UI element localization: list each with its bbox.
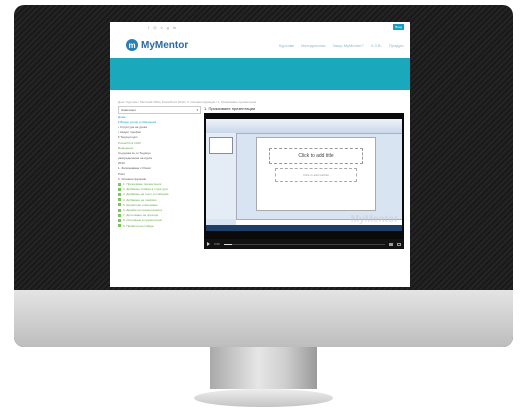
nav-item-methodology[interactable]: Методология: [301, 43, 325, 48]
sidebar-item-label: 6. Дизайн на презентацията: [123, 207, 163, 212]
monitor-stand: [210, 347, 317, 389]
sidebar-item-label: 3. Добавяне на текст в слайдове: [123, 192, 169, 197]
main-navbar: m MyMentor Курсове Методология Защо MyMe…: [110, 32, 410, 58]
ppt-slide-thumbnail: [209, 137, 233, 154]
lesson-check-icon: [118, 219, 121, 223]
slide-title-placeholder: Click to add title: [269, 148, 363, 164]
content-area: Навигация ▾ Дома ▾ Видео уроци и обяснени…: [110, 106, 410, 249]
sidebar-item-label: 1. Запознаване с Power: [118, 166, 151, 171]
sidebar-item-label: • Акаунт профил: [118, 130, 142, 135]
monitor-chin: [14, 290, 513, 347]
navigation-dropdown[interactable]: Навигация ▾: [118, 106, 201, 114]
lesson-main: 1. Прикачване презентация Click to add t…: [204, 106, 404, 249]
fullscreen-icon[interactable]: [397, 242, 401, 246]
nav-item-product[interactable]: Продукт: [389, 43, 404, 48]
sidebar-item-label: 9. Правила на слайда: [123, 223, 154, 228]
slide-subtitle-placeholder: Click to add subtitle: [275, 168, 357, 182]
lesson-check-icon: [118, 187, 121, 191]
sidebar-item-label: 1. Прикачване презентация: [123, 182, 162, 187]
sidebar-item[interactable]: 9. Правила на слайда: [118, 223, 201, 228]
lesson-check-icon: [118, 213, 121, 217]
volume-icon[interactable]: [389, 242, 393, 246]
sidebar-list: Дома ▾ Видео уроци и обяснения • Структура…: [118, 114, 201, 228]
sidebar-item-label: ▾ Видео уроци и обяснения: [118, 119, 157, 124]
play-icon[interactable]: [207, 242, 210, 246]
main-menu: Курсове Методология Защо MyMentor? Ч.З.В…: [279, 43, 404, 48]
nav-item-faq[interactable]: Ч.З.В.: [371, 43, 382, 48]
video-watermark: MyMentor: [350, 214, 398, 225]
lesson-check-icon: [118, 198, 121, 202]
sidebar-item-label: 5. Шрифтове и вмъкване: [123, 202, 158, 207]
video-progress-bar[interactable]: [223, 243, 385, 245]
vimeo-icon[interactable]: v: [161, 25, 163, 30]
sidebar-item-label: 2010: [118, 161, 125, 166]
lesson-check-icon: [118, 193, 121, 197]
logo-mark-icon: m: [126, 39, 138, 51]
social-links: f ◎ v g in: [148, 25, 176, 30]
chevron-down-icon: ▾: [196, 108, 198, 112]
login-button[interactable]: Вход: [393, 24, 404, 30]
sidebar-item-label: PowerPoint 2010: [118, 140, 141, 145]
sidebar-item-label: 8. Изтриване в презентация: [123, 218, 162, 223]
nav-item-courses[interactable]: Курсове: [279, 43, 294, 48]
sidebar-item-label: Съдържа се от бъдещо: [118, 150, 151, 155]
linkedin-icon[interactable]: in: [173, 25, 176, 30]
sidebar-item-label: Point: [118, 171, 125, 176]
course-sidebar: Навигация ▾ Дома ▾ Видео уроци и обяснени…: [118, 106, 201, 249]
navigation-dropdown-label: Навигация: [121, 108, 136, 112]
logo-text: MyMentor: [141, 39, 189, 51]
imac-mockup: f ◎ v g in Вход m MyMentor Курсове Метод…: [0, 0, 527, 417]
video-progress-fill: [223, 243, 232, 245]
ppt-slides-pane: [206, 133, 237, 219]
sidebar-item-label: Въведение: [118, 145, 134, 150]
sidebar-item-label: 4. Добавяне на графики: [123, 197, 157, 202]
site-logo[interactable]: m MyMentor: [126, 39, 188, 51]
facebook-icon[interactable]: f: [148, 25, 149, 30]
sidebar-item-label: • Структура на урока: [118, 124, 147, 129]
video-time: 0:00: [214, 242, 220, 246]
top-bar: f ◎ v g in Вход: [110, 22, 410, 32]
video-controls: 0:00: [204, 239, 404, 249]
hero-band: [110, 58, 410, 90]
lesson-title: 1. Прикачване презентация: [204, 106, 256, 111]
monitor-base: [194, 389, 333, 407]
windows-taskbar: [206, 225, 402, 231]
lesson-check-icon: [118, 208, 121, 212]
lesson-check-icon: [118, 182, 121, 186]
sidebar-item-label: 7. Допълване на преходи: [123, 213, 159, 218]
sidebar-item-label: Дома: [118, 114, 126, 119]
sidebar-item-label: 2. Основни функции: [118, 176, 147, 181]
lesson-check-icon: [118, 224, 121, 228]
googleplus-icon[interactable]: g: [167, 25, 169, 30]
ppt-slide: Click to add title Click to add subtitle: [256, 137, 376, 211]
sidebar-item-label: 2. Добавяне слайди в структура: [123, 187, 168, 192]
video-player[interactable]: Click to add title Click to add subtitle…: [204, 113, 404, 249]
sidebar-item-label: разпределение на курса: [118, 156, 152, 161]
lesson-check-icon: [118, 203, 121, 207]
account-area: Вход: [393, 24, 404, 30]
ppt-ribbon: [206, 119, 402, 134]
website-screen: f ◎ v g in Вход m MyMentor Курсове Метод…: [110, 22, 410, 287]
nav-item-why[interactable]: Защо MyMentor?: [332, 43, 363, 48]
breadcrumb[interactable]: Дом / Курсове / Microsoft Office PowerPo…: [110, 90, 410, 106]
instagram-icon[interactable]: ◎: [153, 25, 157, 30]
sidebar-item-label: ▾ Текущи курс: [118, 135, 138, 140]
